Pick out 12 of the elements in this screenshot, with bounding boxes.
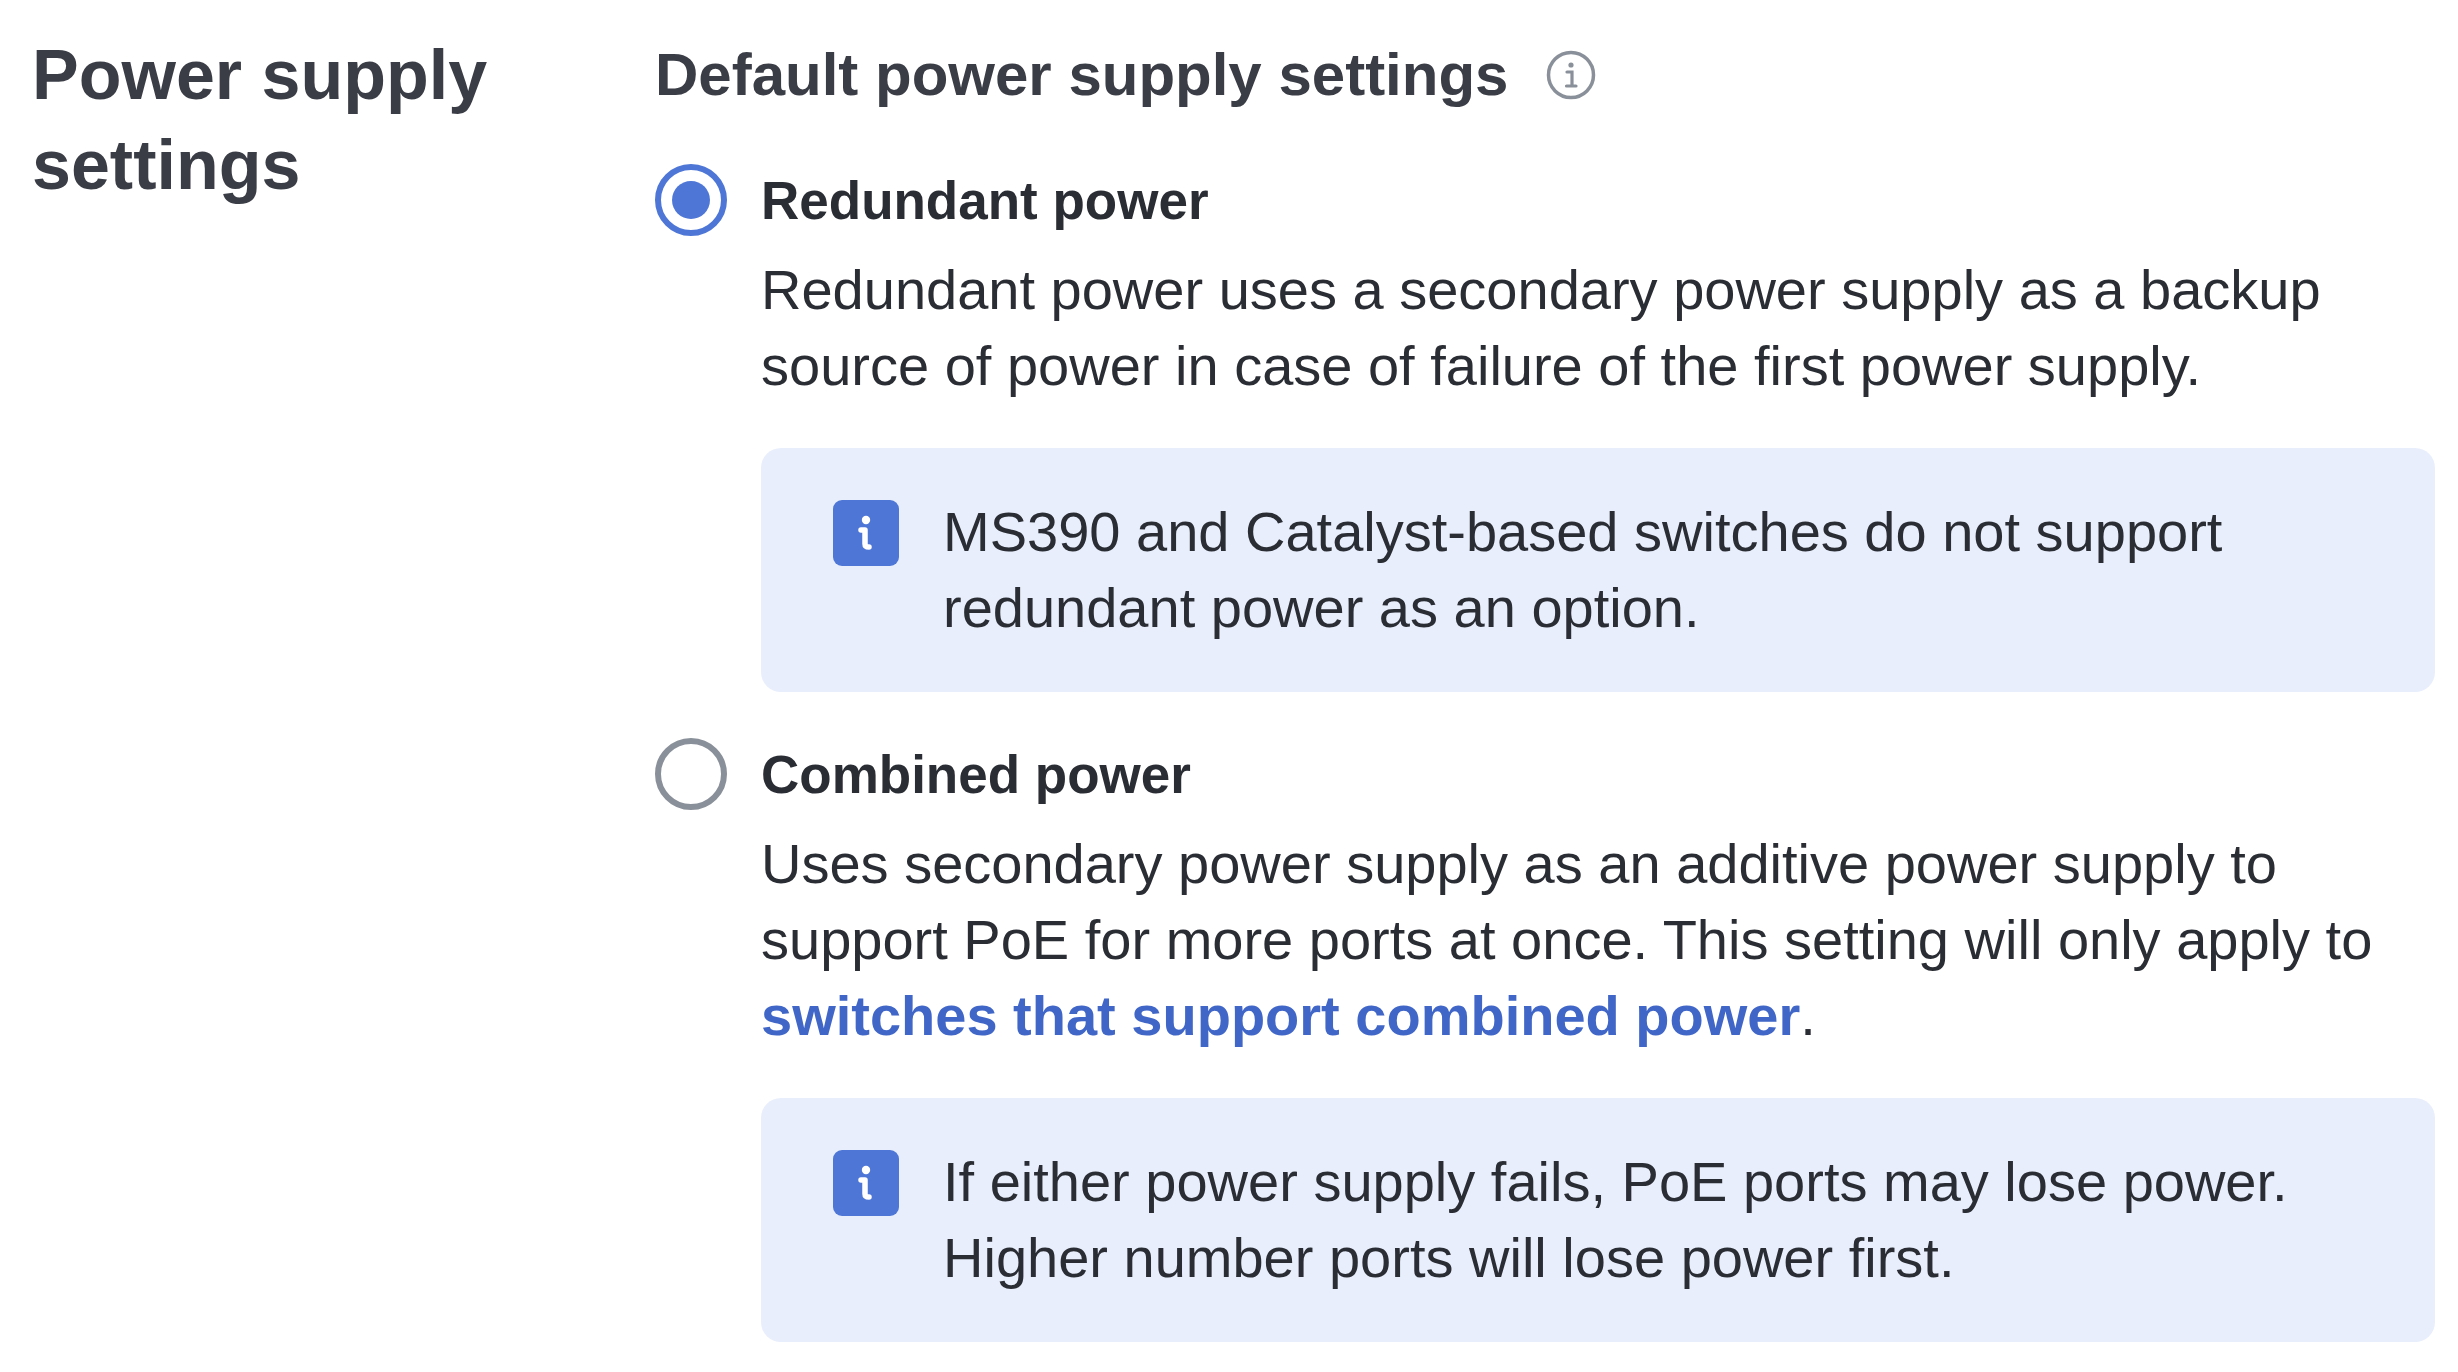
option-description: Uses secondary power supply as an additive power supply to support PoE for more ports at once. This setting will only apply to switches that support combined power. — [761, 831, 2374, 1049]
option-label[interactable]: Redundant power — [761, 169, 1209, 231]
info-icon[interactable] — [1546, 50, 1597, 100]
info-icon — [833, 500, 899, 566]
info-icon — [833, 1150, 899, 1216]
option-label[interactable]: Combined power — [761, 743, 1191, 805]
note-text: If either power supply fails, PoE ports may lose power. Higher number ports will lose power first. — [943, 1149, 2289, 1291]
page-title: Power supply settings — [32, 35, 489, 206]
option-description: Redundant power uses a secondary power supply as a backup source of power in case of failure of the first power supply. — [761, 257, 2322, 399]
note-text: MS390 and Catalyst-based switches do not support redundant power as an option. — [943, 499, 2224, 641]
combined-power-link[interactable]: switches that support combined power — [761, 984, 1801, 1047]
section-heading: Default power supply settings — [655, 40, 1509, 110]
